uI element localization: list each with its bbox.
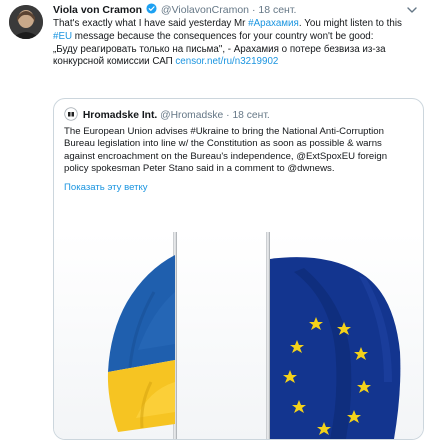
flag-pole bbox=[266, 232, 270, 439]
author-avatar[interactable] bbox=[9, 5, 43, 39]
tweet-text-segment: That's exactly what I have said yesterda… bbox=[53, 18, 249, 29]
tweet-paragraph-1: That's exactly what I have said yesterda… bbox=[53, 18, 421, 44]
hashtag-link[interactable]: #EU bbox=[53, 31, 72, 42]
tweet-text: That's exactly what I have said yesterda… bbox=[53, 18, 421, 69]
article-link[interactable]: censor.net/ru/n3219902 bbox=[175, 56, 278, 67]
hashtag-link[interactable]: #Арахамия bbox=[248, 18, 299, 29]
quoted-tweet-text: The European Union advises #Ukraine to b… bbox=[64, 126, 388, 175]
tweet[interactable]: Viola von Cramon @ViolavonCramon · 18 се… bbox=[0, 0, 430, 440]
quoted-header-separator: · bbox=[226, 110, 230, 121]
quoted-tweet[interactable]: Hromadske Int. @Hromadske · 18 сент. The… bbox=[53, 98, 424, 440]
tweet-paragraph-2: „Буду реагировать только на письма", - А… bbox=[53, 44, 421, 70]
tweet-date[interactable]: 18 сент. bbox=[258, 4, 296, 16]
header-separator: · bbox=[251, 4, 256, 16]
flags-photo[interactable] bbox=[54, 232, 423, 439]
tweet-header: Viola von Cramon @ViolavonCramon · 18 се… bbox=[53, 3, 421, 17]
show-thread-link[interactable]: Показать эту ветку bbox=[64, 182, 148, 193]
author-name[interactable]: Viola von Cramon bbox=[53, 4, 142, 16]
verified-badge-icon bbox=[146, 3, 157, 14]
quoted-tweet-date[interactable]: 18 сент. bbox=[232, 110, 269, 121]
quoted-tweet-header: Hromadske Int. @Hromadske · 18 сент. bbox=[64, 107, 414, 123]
tweet-content: Viola von Cramon @ViolavonCramon · 18 се… bbox=[53, 3, 421, 69]
quoted-author-avatar[interactable] bbox=[64, 107, 78, 121]
quoted-author-name[interactable]: Hromadske Int. bbox=[83, 110, 157, 121]
tweet-text-segment: message because the consequences for you… bbox=[72, 30, 374, 42]
avatar-photo bbox=[9, 5, 43, 39]
tweet-text-segment: . You might listen to this bbox=[298, 18, 402, 29]
quoted-author-handle[interactable]: @Hromadske bbox=[160, 110, 223, 121]
author-handle[interactable]: @ViolavonCramon bbox=[161, 4, 249, 16]
